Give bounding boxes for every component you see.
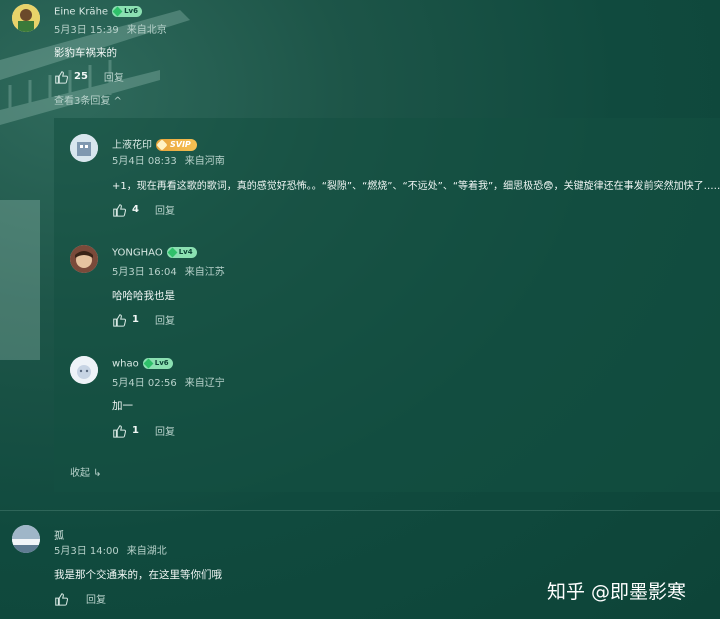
thumbs-up-icon[interactable] — [112, 203, 126, 217]
svip-badge: SVIP — [156, 139, 197, 151]
author-name[interactable]: whao Lv6 — [112, 358, 173, 370]
avatar-image — [70, 356, 98, 384]
avatar[interactable] — [12, 4, 40, 32]
collapse-replies-toggle[interactable]: 收起 ↳ — [70, 464, 102, 479]
comment-meta: 5月3日 16:04 来自江苏 — [112, 263, 225, 278]
like-count: 1 — [132, 425, 139, 436]
view-replies-toggle[interactable]: 查看3条回复 ^ — [54, 92, 122, 107]
zhihu-watermark: 知乎 @即墨影寒 — [547, 577, 686, 604]
comment-date: 5月3日 16:04 — [112, 267, 177, 278]
author-name[interactable]: YONGHAO Lv4 — [112, 247, 197, 259]
comment-text: 加一 — [112, 400, 133, 412]
watermark-author: @即墨影寒 — [591, 581, 687, 603]
comment-meta: 5月4日 08:33 来自河南 — [112, 152, 225, 167]
avatar[interactable] — [70, 245, 98, 273]
avatar-image — [70, 245, 98, 273]
comment-text: +1，现在再看这歌的歌词，真的感觉好恐怖。。“裂隙”、“燃烧”、“不远处”、“等… — [112, 181, 720, 192]
avatar[interactable] — [70, 134, 98, 162]
author-name[interactable]: 孤 — [54, 527, 64, 542]
author-name[interactable]: Eine Krähe Lv6 — [54, 6, 142, 18]
avatar-image — [70, 134, 98, 162]
thumbs-up-icon[interactable] — [112, 313, 126, 327]
comment-location: 来自江苏 — [184, 267, 225, 278]
comment-location: 来自河南 — [184, 156, 225, 167]
avatar-image — [12, 4, 40, 32]
level-badge: Lv6 — [112, 6, 142, 17]
comment-actions: 4 回复 — [112, 202, 175, 217]
comment-text: 我是那个交通来的，在这里等你们哦 — [54, 569, 222, 581]
like-count: 4 — [132, 204, 139, 215]
comment-actions: 1 回复 — [112, 423, 175, 438]
comment-meta: 5月3日 14:00 来自湖北 — [54, 542, 167, 557]
comment-actions: 1 回复 — [112, 312, 175, 327]
comment-date: 5月4日 08:33 — [112, 156, 177, 167]
reply-button[interactable]: 回复 — [86, 591, 106, 606]
avatar[interactable] — [70, 356, 98, 384]
level-badge: Lv4 — [166, 247, 197, 258]
thumbs-up-icon[interactable] — [54, 592, 68, 606]
comment-divider — [0, 510, 720, 511]
comment-date: 5月4日 02:56 — [112, 378, 177, 389]
comment-actions: 25 回复 — [54, 69, 124, 84]
comment-location: 来自北京 — [126, 25, 167, 36]
reply-button[interactable]: 回复 — [155, 202, 175, 217]
avatar-image — [12, 525, 40, 553]
comment-location: 来自辽宁 — [184, 378, 225, 389]
comment-date: 5月3日 14:00 — [54, 546, 119, 557]
comment-location: 来自湖北 — [126, 546, 167, 557]
watermark-logo: 知乎 — [547, 581, 586, 603]
thumbs-up-icon[interactable] — [54, 70, 68, 84]
comment-meta: 5月3日 15:39 来自北京 — [54, 21, 167, 36]
comment-date: 5月3日 15:39 — [54, 25, 119, 36]
author-name[interactable]: 上液花印 SVIP — [112, 136, 197, 151]
comment-meta: 5月4日 02:56 来自辽宁 — [112, 374, 225, 389]
reply-button[interactable]: 回复 — [104, 69, 124, 84]
comment-actions: 回复 — [54, 591, 106, 606]
comment-text: 哈哈哈我也是 — [112, 290, 175, 302]
reply-button[interactable]: 回复 — [155, 423, 175, 438]
like-count: 25 — [74, 71, 88, 82]
level-badge: Lv6 — [142, 358, 173, 369]
avatar[interactable] — [12, 525, 40, 553]
like-count: 1 — [132, 314, 139, 325]
reply-button[interactable]: 回复 — [155, 312, 175, 327]
comment-text: 影豹车祸来的 — [54, 47, 117, 59]
thumbs-up-icon[interactable] — [112, 424, 126, 438]
